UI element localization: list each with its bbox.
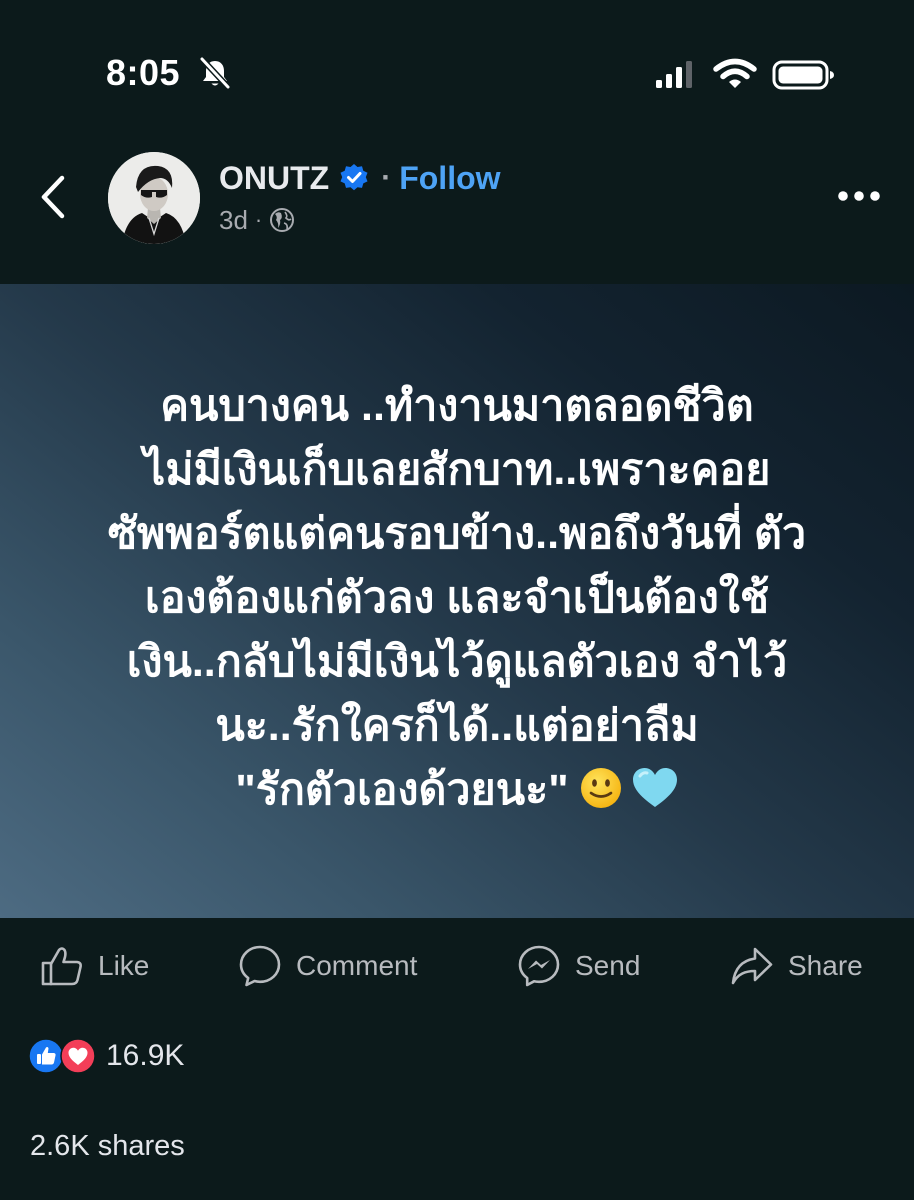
like-button[interactable]: Like (40, 940, 149, 992)
avatar-image (108, 152, 200, 244)
shares-count[interactable]: 2.6K shares (30, 1130, 185, 1163)
share-arrow-icon (731, 947, 773, 985)
post-timestamp[interactable]: 3d (219, 205, 248, 236)
like-label: Like (98, 950, 150, 981)
follow-separator: · (381, 161, 392, 194)
cellular-signal-icon (656, 61, 692, 88)
share-button[interactable]: Share (730, 940, 863, 992)
wifi-icon (713, 58, 757, 88)
verified-badge-icon (340, 164, 368, 191)
thumbs-up-icon (41, 947, 82, 986)
globe-icon[interactable] (269, 207, 295, 233)
reactions-summary[interactable]: 16.9K (28, 1036, 184, 1076)
author-row: ONUTZ · Follow (219, 158, 501, 198)
status-time: 8:05 (106, 52, 181, 93)
comment-button[interactable]: Comment (238, 940, 417, 992)
send-label: Send (575, 950, 641, 981)
battery-icon (772, 60, 834, 90)
comment-bubble-icon (239, 945, 281, 987)
author-avatar[interactable] (108, 152, 200, 244)
send-button[interactable]: Send (517, 940, 640, 992)
post-meta: 3d · (219, 202, 295, 238)
reaction-count: 16.9K (106, 1039, 185, 1072)
follow-button[interactable]: Follow (399, 160, 500, 197)
slightly-smiling-face-emoji-icon (580, 768, 621, 808)
status-bar: 8:05 (0, 0, 914, 150)
post-text: คนบางคน ..ทำงานมาตลอดชีวิต ไม่มีเงินเก็บ… (37, 374, 877, 822)
more-options-icon[interactable] (836, 188, 882, 204)
messenger-icon (518, 945, 560, 987)
post-card[interactable]: คนบางคน ..ทำงานมาตลอดชีวิต ไม่มีเงินเก็บ… (0, 284, 914, 918)
love-reaction-icon (60, 1038, 96, 1074)
bell-slash-icon (199, 56, 231, 90)
share-label: Share (788, 950, 863, 981)
light-blue-heart-emoji-icon (632, 768, 677, 807)
back-button[interactable] (36, 172, 70, 222)
meta-separator: · (254, 207, 263, 232)
like-reaction-icon (28, 1038, 64, 1074)
author-name[interactable]: ONUTZ (219, 160, 329, 197)
post-body: คนบางคน ..ทำงานมาตลอดชีวิต ไม่มีเงินเก็บ… (107, 382, 807, 814)
comment-label: Comment (296, 950, 418, 981)
